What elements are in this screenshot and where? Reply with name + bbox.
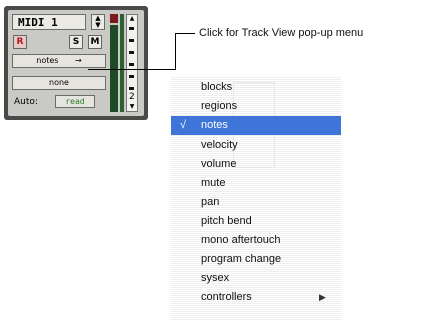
menu-item-label: blocks <box>201 81 233 93</box>
ruler-tick <box>129 87 134 90</box>
ruler-octave-number: 2 <box>129 92 135 102</box>
menu-item-notes[interactable]: √ notes <box>171 116 341 135</box>
solo-button[interactable]: S <box>69 35 83 49</box>
menu-item-sysex[interactable]: sysex <box>171 269 341 288</box>
midi-track-panel: MIDI 1 ▲ ▼ R S M notes → none Auto: read … <box>4 6 148 120</box>
menu-item-label: mute <box>201 177 226 189</box>
record-enable-button[interactable]: R <box>13 35 27 49</box>
menu-item-label: pan <box>201 196 220 208</box>
controller-selector[interactable]: none <box>12 76 106 90</box>
ruler-tick <box>129 39 134 42</box>
checkmark-icon: √ <box>180 119 187 131</box>
ruler-tick <box>129 75 134 78</box>
track-view-value: notes <box>36 56 59 65</box>
menu-item-label: velocity <box>201 139 238 151</box>
track-view-popup-menu: blocks regions √ notes velocity volume m… <box>171 76 341 320</box>
note-ruler[interactable]: 2 <box>126 14 138 112</box>
scroll-up-icon[interactable]: ▲ <box>127 15 137 23</box>
clip-indicator <box>110 14 118 23</box>
ruler-tick <box>129 63 134 66</box>
menu-item-pan[interactable]: pan <box>171 193 341 212</box>
callout-text: Click for Track View pop-up menu <box>199 27 364 39</box>
menu-item-regions[interactable]: regions <box>171 97 341 116</box>
menu-item-program-change[interactable]: program change <box>171 250 341 269</box>
automation-mode-selector[interactable]: read <box>55 95 95 108</box>
menu-item-label: volume <box>201 158 237 170</box>
menu-item-blocks[interactable]: blocks <box>171 78 341 97</box>
automation-label: Auto: <box>14 97 38 107</box>
track-view-arrow-icon: → <box>75 56 82 65</box>
callout-line <box>175 33 195 34</box>
level-meter-secondary <box>120 14 124 112</box>
track-controls: MIDI 1 ▲ ▼ R S M notes → none Auto: read … <box>8 10 144 116</box>
menu-item-mute[interactable]: mute <box>171 174 341 193</box>
mute-button[interactable]: M <box>88 35 102 49</box>
menu-item-volume[interactable]: volume <box>171 155 341 174</box>
callout-line <box>175 33 176 69</box>
callout-line <box>88 69 176 70</box>
ruler-tick <box>129 51 134 54</box>
track-name[interactable]: MIDI 1 <box>12 14 86 30</box>
submenu-arrow-icon: ▶ <box>319 292 326 302</box>
ruler-tick <box>129 27 134 30</box>
scroll-down-icon[interactable]: ▼ <box>127 103 137 111</box>
menu-item-label: mono aftertouch <box>201 234 281 246</box>
menu-item-controllers[interactable]: controllers ▶ <box>171 288 341 307</box>
menu-item-label: pitch bend <box>201 215 252 227</box>
menu-item-label: sysex <box>201 272 230 284</box>
menu-item-label: regions <box>201 100 238 112</box>
track-view-selector[interactable]: notes → <box>12 54 106 68</box>
menu-item-mono-aftertouch[interactable]: mono aftertouch <box>171 231 341 250</box>
menu-item-label: notes <box>201 119 228 131</box>
menu-item-velocity[interactable]: velocity <box>171 136 341 155</box>
menu-item-label: program change <box>201 253 282 265</box>
track-name-stepper-icon[interactable]: ▲ ▼ <box>91 14 105 30</box>
menu-item-pitch-bend[interactable]: pitch bend <box>171 212 341 231</box>
menu-item-label: controllers <box>201 291 252 303</box>
